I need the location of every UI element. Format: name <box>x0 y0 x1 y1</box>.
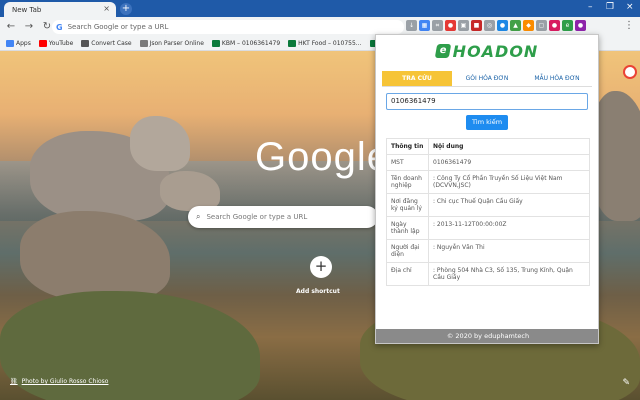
google-g-icon: G <box>56 22 63 32</box>
extension-icon[interactable]: ▲ <box>510 20 521 31</box>
bookmark-label: Convert Case <box>91 40 132 47</box>
forward-icon[interactable]: → <box>22 20 36 34</box>
hoadon-extension-popup: e HOADON TRA CỨU GÓI HÓA ĐƠN MẪU HÓA ĐƠN 0… <box>375 34 599 344</box>
info-value: 0106361479 <box>428 154 590 171</box>
bookmark-icon <box>6 40 14 47</box>
back-icon[interactable]: ← <box>4 20 18 34</box>
info-label: Địa chỉ <box>386 262 429 286</box>
extension-icon[interactable]: ▢ <box>536 20 547 31</box>
menu-icon[interactable]: ⋮ <box>624 20 634 31</box>
info-value: : Công Ty Cổ Phần Truyền Số Liệu Việt Na… <box>428 170 590 194</box>
add-shortcut-label: Add shortcut <box>296 288 340 295</box>
popup-tab[interactable]: MẪU HÓA ĐƠN <box>522 71 592 86</box>
table-row: Nơi đăng ký quản lý: Chi cục Thuế Quận C… <box>386 193 590 217</box>
company-info-table: Thông tin Nội dung MST 0106361479 Tên doan… <box>386 138 590 286</box>
search-icon: ⌕ <box>196 212 201 221</box>
bookmark-label: YouTube <box>48 40 74 47</box>
bookmark-item[interactable]: YouTube <box>38 40 74 47</box>
extension-icon[interactable]: ● <box>445 20 456 31</box>
bookmark-label: Json Parser Online <box>149 40 204 47</box>
extension-icon[interactable]: ◎ <box>484 20 495 31</box>
extension-icon[interactable]: ▦ <box>419 20 430 31</box>
hoadon-extension-icon[interactable]: e <box>562 20 573 31</box>
hoadon-logo-text: HOADON <box>452 41 539 61</box>
table-row: Địa chỉ: Phòng 504 Nhà C3, Số 135, Trung… <box>386 262 590 286</box>
hoadon-logo-mark: e <box>434 44 451 58</box>
tab-new-tab[interactable]: New Tab × <box>4 2 116 17</box>
maximize-icon[interactable]: ❐ <box>606 2 614 12</box>
omnibox[interactable]: G Search Google or type a URL <box>52 20 404 34</box>
column-header: Thông tin <box>386 138 429 155</box>
bookmark-item[interactable]: KBM – 0106361479 <box>211 40 281 47</box>
extension-icon[interactable]: ● <box>497 20 508 31</box>
table-row: Ngày thành lập: 2013-11-12T00:00:00Z <box>386 216 590 240</box>
table-row: MST 0106361479 <box>386 154 590 171</box>
bookmark-item[interactable]: HKT Food – 010755... <box>288 40 362 47</box>
background-rock <box>20 211 170 301</box>
popup-tabs: TRA CỨU GÓI HÓA ĐƠN MẪU HÓA ĐƠN <box>382 71 592 87</box>
download-icon[interactable]: ↓ <box>406 20 417 31</box>
extension-icon[interactable]: ◆ <box>523 20 534 31</box>
info-label: Người đại diện <box>386 239 429 263</box>
add-shortcut-button[interactable]: + <box>310 256 332 278</box>
extension-icon[interactable]: ● <box>549 20 560 31</box>
google-apps-icon[interactable] <box>623 65 637 79</box>
extensions-bar: ↓ ▦ ⌗ ● ▣ ■ ◎ ● ▲ ◆ ▢ ● e ● <box>406 20 586 34</box>
bookmark-icon <box>288 40 297 47</box>
bookmark-item[interactable]: Convert Case <box>81 40 132 47</box>
close-window-icon[interactable]: × <box>626 2 634 12</box>
bookmark-icon <box>81 40 90 47</box>
search-button[interactable]: Tìm kiếm <box>466 115 508 130</box>
title-bar: New Tab × + – ❐ × <box>0 0 640 17</box>
bookmark-label: HKT Food – 010755... <box>298 40 362 47</box>
table-row: Người đại diện: Nguyễn Văn Thi <box>386 239 590 263</box>
hoadon-logo: e HOADON <box>376 35 598 67</box>
extension-icon[interactable]: ▣ <box>458 20 469 31</box>
extension-icon[interactable]: ⌗ <box>432 20 443 31</box>
background-rock <box>160 171 220 211</box>
tab-title: New Tab <box>12 5 42 14</box>
info-value: : Chi cục Thuế Quận Cầu Giấy <box>428 193 590 217</box>
info-value: : Phòng 504 Nhà C3, Số 135, Trung Kính, … <box>428 262 590 286</box>
column-header: Nội dung <box>428 138 590 155</box>
bookmark-icon <box>139 40 148 47</box>
bookmark-icon <box>211 40 220 47</box>
info-label: Nơi đăng ký quản lý <box>386 193 429 217</box>
link-icon: ⛓ <box>10 378 18 385</box>
bookmark-label: Apps <box>16 40 31 47</box>
bookmark-icon <box>38 40 47 47</box>
popup-tab[interactable]: TRA CỨU <box>382 71 452 86</box>
search-placeholder: Search Google or type a URL <box>206 213 308 221</box>
search-input[interactable]: ⌕ Search Google or type a URL <box>188 206 378 228</box>
popup-footer: © 2020 by eduphamtech <box>376 329 598 343</box>
tax-code-input[interactable]: 0106361479 <box>386 93 588 110</box>
customize-edit-icon[interactable]: ✎ <box>622 378 630 388</box>
tab-close-icon[interactable]: × <box>103 4 110 13</box>
info-label: Tên doanh nghiệp <box>386 170 429 194</box>
bookmark-item[interactable]: Json Parser Online <box>139 40 204 47</box>
bookmark-label: KBM – 0106361479 <box>221 40 281 47</box>
info-value: : Nguyễn Văn Thi <box>428 239 590 263</box>
info-label: MST <box>386 154 429 171</box>
google-logo: Google <box>255 135 390 179</box>
photo-credit-text: Photo by Giulio Rosso Chioso <box>21 378 109 385</box>
popup-tab[interactable]: GÓI HÓA ĐƠN <box>452 71 522 86</box>
new-tab-button[interactable]: + <box>120 3 132 15</box>
omnibox-placeholder: Search Google or type a URL <box>67 23 169 31</box>
table-row: Tên doanh nghiệp: Công Ty Cổ Phần Truyền… <box>386 170 590 194</box>
info-label: Ngày thành lập <box>386 216 429 240</box>
table-header-row: Thông tin Nội dung <box>386 138 590 155</box>
info-value: : 2013-11-12T00:00:00Z <box>428 216 590 240</box>
background-rock <box>130 116 190 171</box>
extension-icon[interactable]: ■ <box>471 20 482 31</box>
bookmark-item[interactable]: Apps <box>6 40 31 47</box>
profile-avatar[interactable]: ● <box>575 20 586 31</box>
minimize-icon[interactable]: – <box>588 2 593 12</box>
photo-credit-link[interactable]: ⛓ Photo by Giulio Rosso Chioso <box>10 378 108 385</box>
